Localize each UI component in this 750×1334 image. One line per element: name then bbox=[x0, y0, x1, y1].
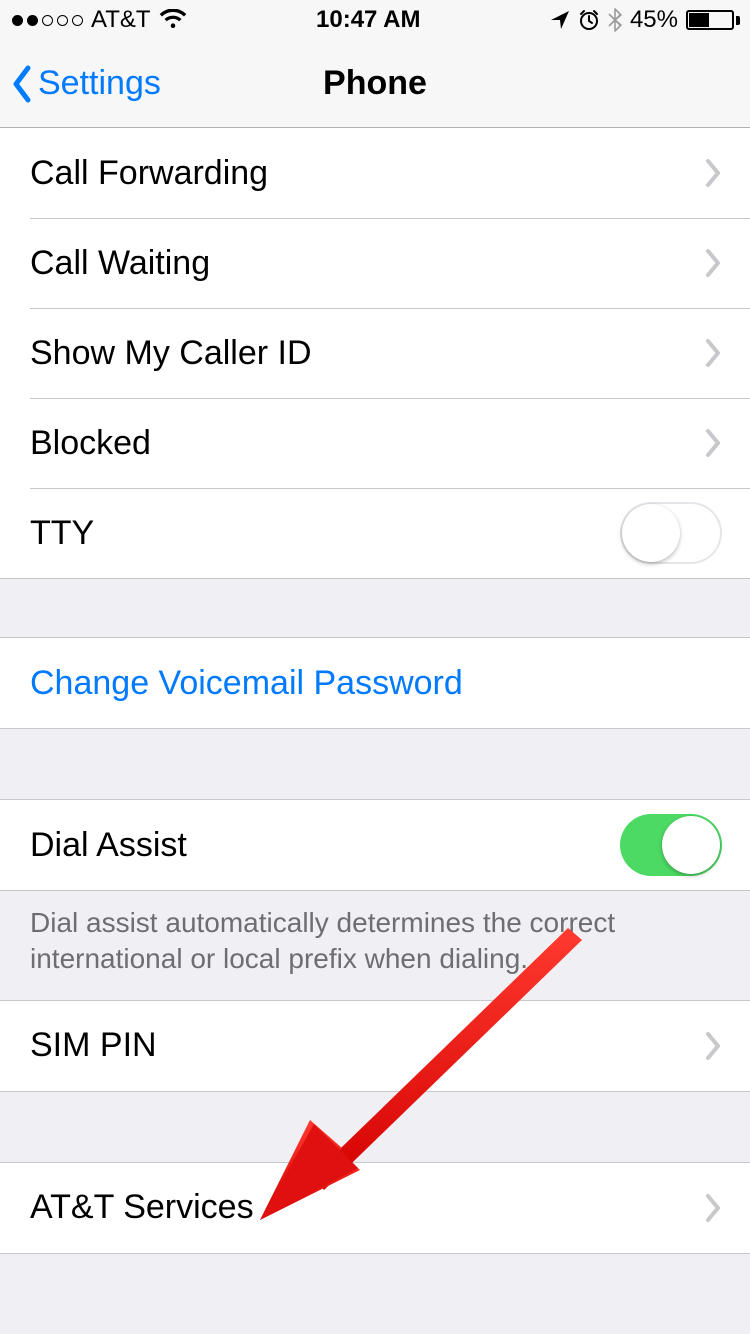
location-icon bbox=[550, 10, 570, 30]
chevron-right-icon bbox=[704, 338, 722, 368]
status-time: 10:47 AM bbox=[316, 6, 420, 34]
page-title: Phone bbox=[323, 64, 427, 103]
calls-section: Call Forwarding Call Waiting Show My Cal… bbox=[0, 128, 750, 579]
voicemail-section: Change Voicemail Password bbox=[0, 637, 750, 729]
back-button[interactable]: Settings bbox=[10, 40, 161, 127]
carrier-label: AT&T bbox=[91, 6, 151, 34]
back-label: Settings bbox=[38, 64, 161, 103]
row-label: Call Waiting bbox=[30, 244, 704, 283]
status-left: AT&T bbox=[12, 6, 187, 34]
sim-pin-row[interactable]: SIM PIN bbox=[0, 1001, 750, 1091]
call-forwarding-row[interactable]: Call Forwarding bbox=[0, 128, 750, 218]
sim-pin-section: SIM PIN bbox=[0, 1000, 750, 1092]
section-gap bbox=[0, 579, 750, 637]
row-label: Blocked bbox=[30, 424, 704, 463]
status-bar: AT&T 10:47 AM 45% bbox=[0, 0, 750, 40]
status-right: 45% bbox=[550, 6, 740, 34]
call-waiting-row[interactable]: Call Waiting bbox=[0, 218, 750, 308]
row-label: Change Voicemail Password bbox=[30, 664, 722, 703]
row-label: AT&T Services bbox=[30, 1188, 704, 1227]
carrier-services-section: AT&T Services bbox=[0, 1162, 750, 1254]
show-caller-id-row[interactable]: Show My Caller ID bbox=[0, 308, 750, 398]
chevron-right-icon bbox=[704, 248, 722, 278]
row-label: TTY bbox=[30, 514, 620, 553]
row-label: Call Forwarding bbox=[30, 154, 704, 193]
chevron-right-icon bbox=[704, 1031, 722, 1061]
tty-row: TTY bbox=[0, 488, 750, 578]
section-gap bbox=[0, 1254, 750, 1312]
tty-toggle[interactable] bbox=[620, 502, 722, 564]
section-gap bbox=[0, 729, 750, 799]
chevron-left-icon bbox=[10, 64, 34, 104]
chevron-right-icon bbox=[704, 1193, 722, 1223]
battery-icon bbox=[686, 10, 740, 30]
dial-assist-section: Dial Assist bbox=[0, 799, 750, 891]
carrier-services-row[interactable]: AT&T Services bbox=[0, 1163, 750, 1253]
blocked-row[interactable]: Blocked bbox=[0, 398, 750, 488]
dial-assist-row: Dial Assist bbox=[0, 800, 750, 890]
wifi-icon bbox=[159, 9, 187, 31]
row-label: SIM PIN bbox=[30, 1026, 704, 1065]
row-label: Show My Caller ID bbox=[30, 334, 704, 373]
alarm-icon bbox=[578, 9, 600, 31]
row-label: Dial Assist bbox=[30, 826, 620, 865]
section-gap bbox=[0, 1092, 750, 1162]
chevron-right-icon bbox=[704, 158, 722, 188]
battery-percent: 45% bbox=[630, 6, 678, 34]
nav-bar: Settings Phone bbox=[0, 40, 750, 128]
dial-assist-toggle[interactable] bbox=[620, 814, 722, 876]
signal-strength-icon bbox=[12, 15, 83, 26]
chevron-right-icon bbox=[704, 428, 722, 458]
bluetooth-icon bbox=[608, 8, 622, 32]
change-voicemail-password-row[interactable]: Change Voicemail Password bbox=[0, 638, 750, 728]
dial-assist-footer: Dial assist automatically determines the… bbox=[0, 891, 750, 1000]
